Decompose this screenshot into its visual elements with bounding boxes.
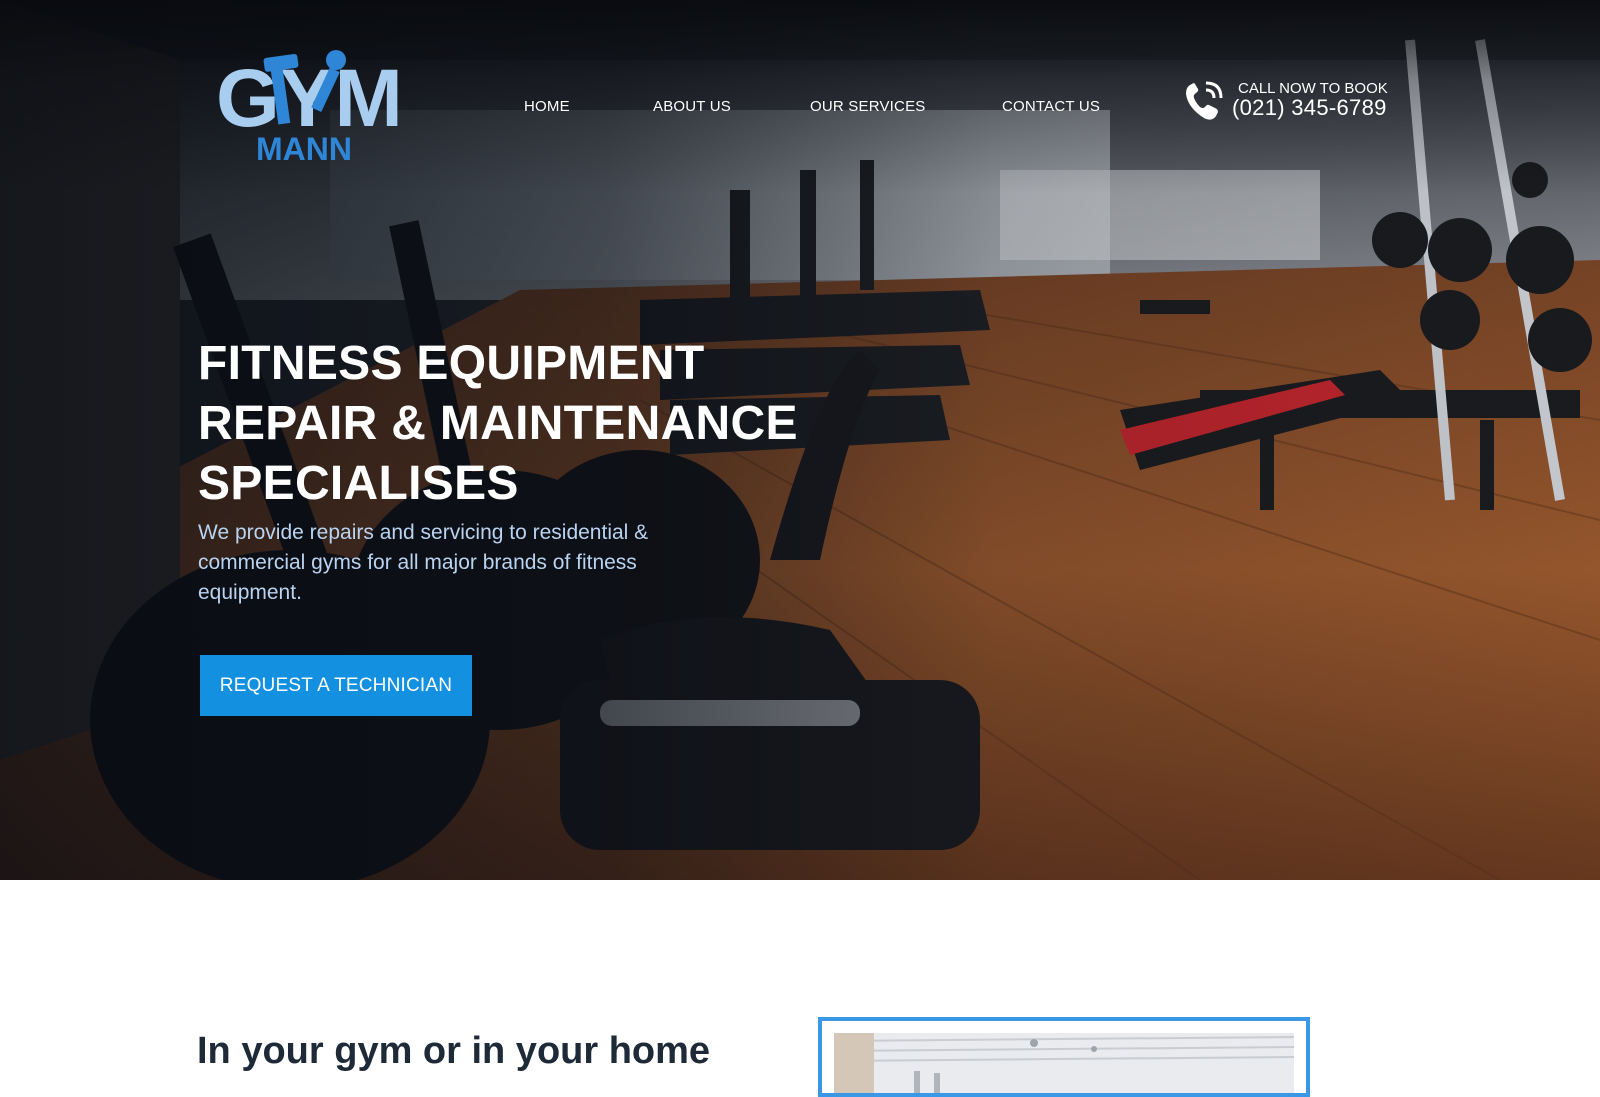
gym-mann-logo[interactable]: GYM MANN [216,48,416,166]
hero-title-line-3: SPECIALISES [198,457,519,510]
logo-text-mann: MANN [256,131,352,166]
hero-title-line-1: FITNESS EQUIPMENT [198,337,705,390]
nav-home[interactable]: HOME [512,94,582,119]
hero-section: GYM MANN HOME ABOUT US OUR SERVICES CONT… [0,0,1600,880]
hero-title-line-2: REPAIR & MAINTENANCE [198,397,798,450]
gym-interior-image [834,1033,1294,1093]
phone-number[interactable]: (021) 345-6789 [1232,95,1387,121]
nav-contact-us[interactable]: CONTACT US [990,94,1112,119]
request-technician-button[interactable]: REQUEST A TECHNICIAN [200,655,472,716]
hero-description: We provide repairs and servicing to resi… [198,521,649,604]
phone-icon [1186,81,1223,120]
hero-title: FITNESS EQUIPMENT REPAIR & MAINTENANCE S… [198,334,838,514]
nav-about-us[interactable]: ABOUT US [641,94,743,119]
intro-heading: In your gym or in your home [197,1030,711,1072]
call-to-book[interactable]: CALL NOW TO BOOK (021) 345-6789 [1180,76,1410,126]
nav-our-services[interactable]: OUR SERVICES [798,94,938,119]
intro-photo-frame [818,1017,1310,1097]
